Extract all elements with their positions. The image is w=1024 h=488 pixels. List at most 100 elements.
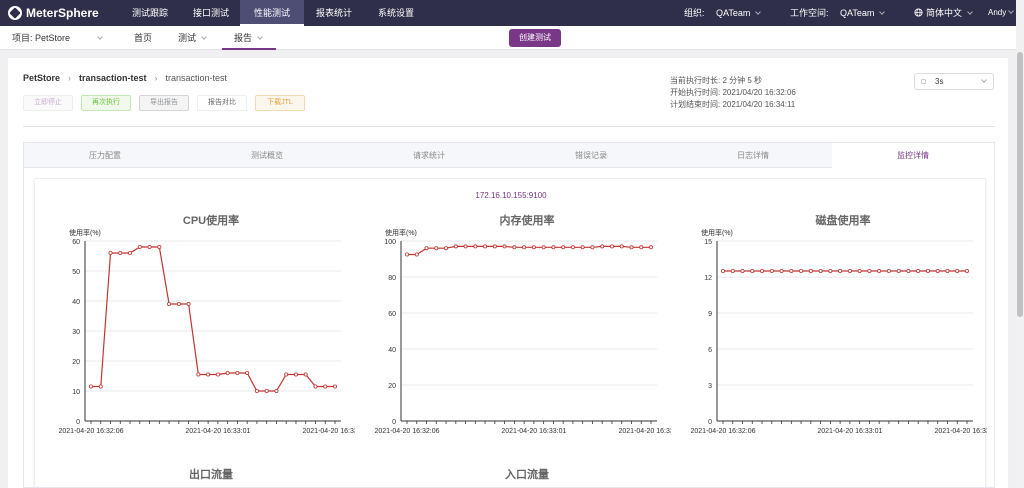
data-point [808,269,813,274]
data-point [818,269,823,274]
data-point [284,372,289,377]
data-point [570,245,575,250]
data-point [639,245,644,250]
user-menu[interactable]: Andy [988,0,1015,26]
y-tick-label: 30 [72,329,80,336]
data-point [847,269,852,274]
page-scrollbar[interactable] [1016,0,1024,488]
data-point [128,250,133,255]
series-line [91,246,335,392]
data-point [619,244,624,249]
create-test-button[interactable]: 创建测试 [509,29,561,47]
y-tick-label: 40 [72,299,80,306]
start-time: 开始执行时间: 2021/04/20 16:32:06 [670,88,796,97]
export-report-button[interactable]: 导出报告 [139,95,189,111]
tab-request-stats[interactable]: 请求统计 [348,143,510,168]
y-tick-label: 12 [704,275,712,282]
tab-log-details[interactable]: 日志详情 [672,143,834,168]
breadcrumb-test[interactable]: transaction-test [79,73,147,83]
data-point [779,269,784,274]
y-tick-label: 50 [72,269,80,276]
nav-menu-reports[interactable]: 报表统计 [304,0,364,26]
breadcrumb-project[interactable]: PetStore [23,73,60,83]
data-point [225,370,230,375]
nav-menu-system-settings[interactable]: 系统设置 [364,0,428,26]
x-tick-label: 2021-04-20 16:32:06 [375,428,440,435]
data-point [463,244,468,249]
data-point [609,244,614,249]
chart-title-disk: 磁盘使用率 [815,215,871,227]
data-point [867,269,872,274]
data-point [293,372,298,377]
project-select[interactable]: 项目: PetStore [12,26,103,50]
language-select[interactable]: 简体中文 [914,0,973,26]
data-point [590,245,595,250]
tab-monitor-details[interactable]: 监控详情 [832,143,994,168]
subnav-test[interactable]: 测试 [178,26,207,50]
subnav-home[interactable]: 首页 [134,26,152,50]
org-value: QATeam [716,8,751,18]
data-point [254,388,259,393]
data-point [332,384,337,389]
data-point [167,302,172,307]
org-select[interactable]: QATeam [716,0,762,26]
nav-menu-api-test[interactable]: 接口测试 [182,0,240,26]
subnav-report[interactable]: 报告 [222,26,276,50]
data-point [137,244,142,249]
workspace-select[interactable]: QATeam [840,0,886,26]
data-point [313,384,318,389]
data-point [945,269,950,274]
nav-menu-test-tracking[interactable]: 测试跟踪 [118,0,182,26]
data-point [453,244,458,249]
download-jtl-button[interactable]: 下载JTL [255,95,305,111]
tab-error-log[interactable]: 错误记录 [510,143,672,168]
compare-report-button[interactable]: 报告对比 [197,95,247,111]
y-tick-label: 20 [72,359,80,366]
y-axis-label: 使用率(%) [701,228,733,237]
stop-now-button[interactable]: 立即停止 [23,95,73,111]
org-label: 组织: [684,8,705,18]
data-point [906,269,911,274]
y-axis-label: 使用率(%) [385,228,417,237]
scrollbar-thumb[interactable] [1017,52,1023,317]
y-tick-label: 60 [388,311,396,318]
rerun-button[interactable]: 再次执行 [81,95,131,111]
nav-menu-performance-test[interactable]: 性能测试 [240,0,304,26]
y-tick-label: 40 [388,347,396,354]
data-point [789,269,794,274]
chevron-down-icon [201,34,207,40]
tab-test-overview[interactable]: 测试概览 [186,143,348,168]
x-tick-label: 2021-04-20 16:33:01 [185,428,250,435]
y-tick-label: 0 [708,419,712,426]
report-card: PetStore › transaction-test › transactio… [8,58,1008,488]
data-point [157,244,162,249]
y-tick-label: 15 [704,239,712,246]
data-point [215,372,220,377]
data-point [235,370,240,375]
y-tick-label: 0 [76,419,80,426]
globe-icon [914,8,923,17]
series-line [407,245,651,256]
app-logo[interactable]: MeterSphere [8,5,99,21]
refresh-interval-select[interactable]: 3s [914,73,994,90]
data-point [925,269,930,274]
divider [23,126,995,127]
report-actions: 立即停止 再次执行 导出报告 报告对比 下载JTL [23,95,305,111]
chart-title-cpu: CPU使用率 [182,215,240,227]
data-point [502,244,507,249]
y-tick-label: 60 [72,239,80,246]
data-point [98,384,103,389]
y-tick-label: 20 [388,383,396,390]
y-tick-label: 3 [708,383,712,390]
cpu-usage-chart: 使用率(%) 0 10 20 30 40 50 60 2021-04-20 16:32:06 20… [59,228,356,435]
tab-load-config[interactable]: 压力配置 [24,143,186,168]
data-point [896,269,901,274]
subnav-test-label: 测试 [178,33,197,43]
data-point [799,269,804,274]
chevron-down-icon [967,9,973,15]
data-point [147,244,152,249]
data-point [857,269,862,274]
data-point [264,388,269,393]
x-tick-label: 2021-04-20 16:33:56 [935,428,988,435]
data-point [414,252,419,257]
